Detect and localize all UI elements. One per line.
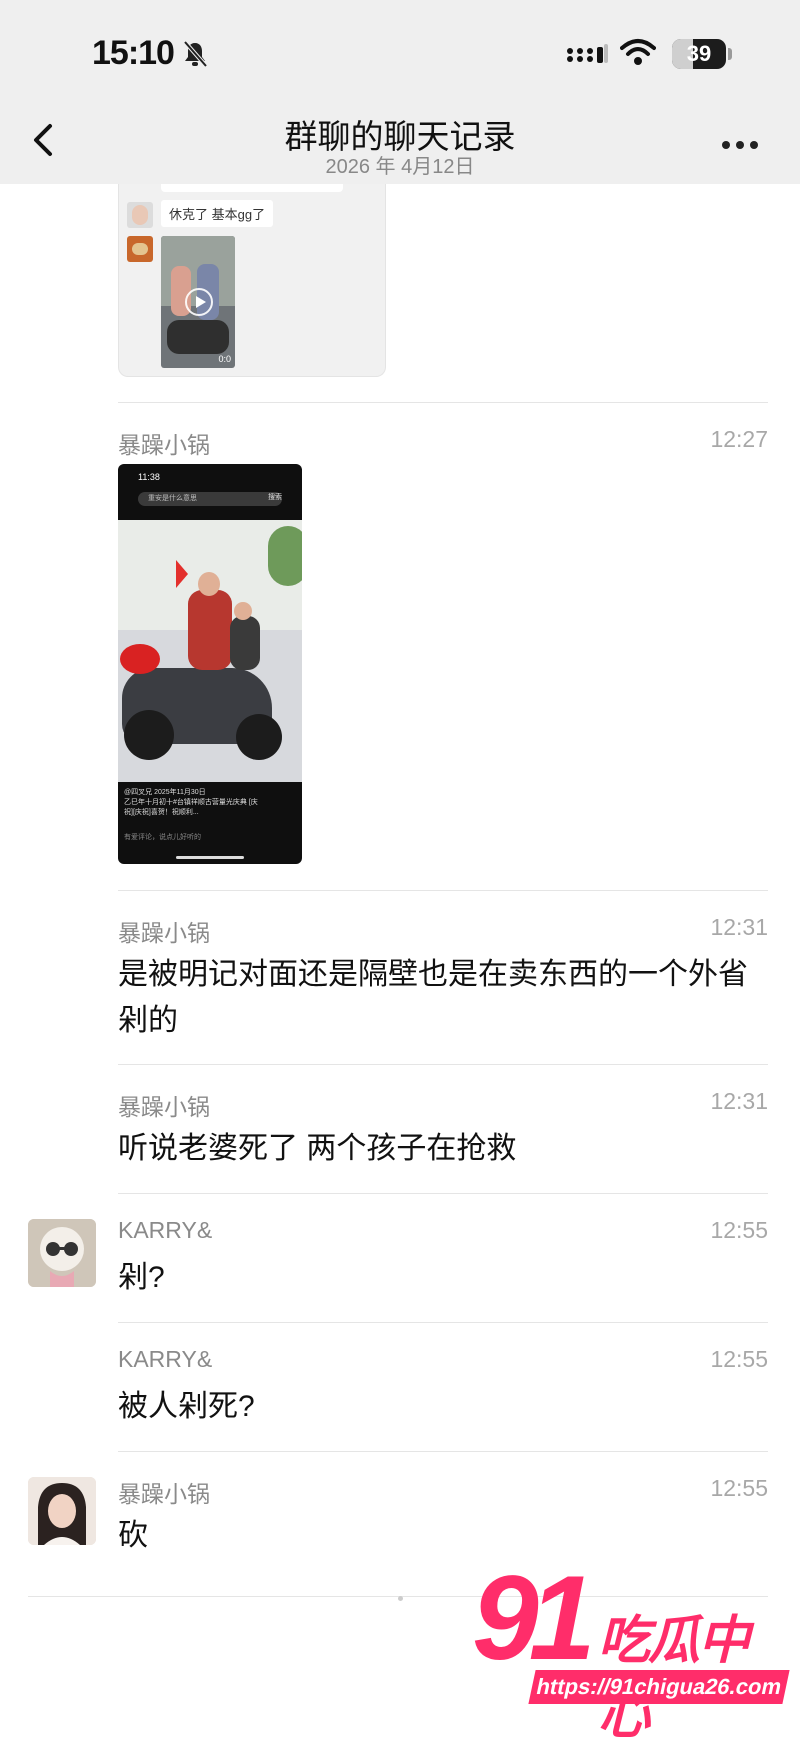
screenshot-caption-text: 乙巳年十月初十#台镇祥顺古营量光庆典 [庆祝][庆祝]喜贺！祝顺利... (124, 799, 258, 816)
photo-motorcycle-parade (118, 520, 302, 782)
watermark-url: https://91chigua26.com (528, 1670, 790, 1704)
avatar-image (28, 1219, 96, 1287)
sender-name: KARRY& (118, 1217, 213, 1243)
image-message[interactable]: 11:38 重安是什么意思 搜索 @四叉兄 2025年11月30日 乙巳年十月初… (118, 464, 302, 864)
message-time: 12:55 (710, 1346, 768, 1372)
sender-name: KARRY& (118, 1346, 213, 1372)
wifi-icon (620, 39, 656, 65)
battery-tip (728, 48, 732, 60)
sender-name: 暴躁小锅 (118, 432, 210, 458)
screenshot-search-bar: 重安是什么意思 (138, 492, 282, 506)
watermark-logo: 91 吃瓜中心 https://91chigua26.com (472, 1551, 794, 1745)
message-text: 是被明记对面还是隔壁也是在卖东西的一个外省剁的 (118, 958, 748, 1037)
message-item: 暴躁小锅 12:31 听说老婆死了 两个孩子在抢救 (0, 1064, 800, 1193)
message-time: 12:31 (710, 914, 768, 940)
page-subtitle-date: 2026 年 4月12日 (325, 156, 475, 178)
video-thumbnail[interactable]: 0:0 (161, 236, 235, 368)
avatar (127, 236, 153, 262)
avatar[interactable] (28, 1219, 96, 1287)
message-time: 12:27 (710, 426, 768, 452)
avatar (127, 202, 153, 228)
message-item: 暴躁小锅 12:31 是被明记对面还是隔壁也是在卖东西的一个外省剁的 (0, 890, 800, 1065)
message-text: 砍 (118, 1519, 148, 1552)
previous-bubble-stub (161, 184, 343, 192)
home-indicator (176, 856, 244, 859)
message-time: 12:31 (710, 1088, 768, 1114)
avatar-image (28, 1477, 96, 1545)
navigation-bar: 群聊的聊天记录 2026 年 4月12日 (0, 100, 800, 184)
message-text: 被人剁死? (118, 1390, 255, 1423)
avatar[interactable] (28, 1477, 96, 1545)
screenshot-comment-input: 有爱评论，说点儿好听的 (124, 834, 201, 841)
message-text: 听说老婆死了 两个孩子在抢救 (118, 1132, 517, 1165)
play-icon[interactable] (185, 288, 213, 316)
screenshot-caption: @四叉兄 2025年11月30日 乙巳年十月初十#台镇祥顺古营量光庆典 [庆祝]… (124, 788, 264, 818)
forwarded-chat-card[interactable]: 休克了 基本gg了 0:0 (118, 184, 386, 377)
watermark-number: 91 (472, 1551, 596, 1685)
message-text: 剁? (118, 1261, 165, 1294)
forwarded-message-bubble: 休克了 基本gg了 (161, 200, 274, 227)
status-time: 15:10 (92, 34, 175, 72)
video-duration: 0:0 (218, 354, 231, 364)
message-time: 12:55 (710, 1217, 768, 1243)
message-time: 12:55 (710, 1475, 768, 1501)
page-indicator-dot (398, 1596, 403, 1601)
screenshot-date: 2025年11月30日 (154, 789, 206, 796)
bell-slash-icon (183, 40, 208, 68)
battery-indicator: 39 (672, 39, 726, 69)
message-item: KARRY& 12:55 被人剁死? (0, 1322, 800, 1451)
screenshot-search-button: 搜索 (268, 494, 282, 501)
sender-name: 暴躁小锅 (118, 1481, 210, 1507)
screenshot-author: @四叉兄 (124, 789, 153, 796)
more-options-icon[interactable] (722, 136, 768, 149)
message-item: KARRY& 12:55 剁? (0, 1193, 800, 1322)
screenshot-status-time: 11:38 (138, 472, 160, 482)
status-bar: 15:10 39 (0, 0, 800, 100)
cellular-signal-icon (567, 44, 608, 63)
sender-name: 暴躁小锅 (118, 1094, 210, 1120)
battery-percentage: 39 (686, 41, 712, 66)
sender-name: 暴躁小锅 (118, 920, 210, 946)
